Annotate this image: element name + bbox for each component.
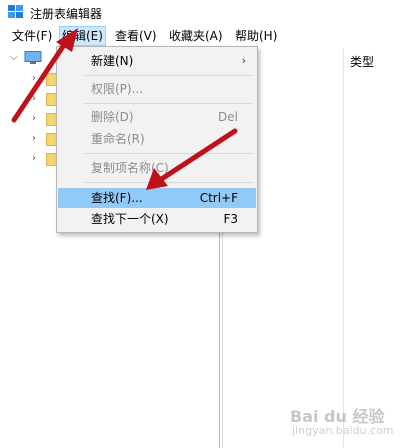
title-bar: 注册表编辑器: [0, 0, 404, 24]
menu-item-delete[interactable]: 删除(D) Del: [58, 107, 256, 127]
menu-edit[interactable]: 编辑(E): [59, 26, 106, 46]
edit-menu-dropdown: 新建(N) › 权限(P)... 删除(D) Del 重命名(R) 复制项名称(…: [56, 46, 258, 233]
menu-item-label: 复制项名称(C): [91, 161, 169, 175]
menu-item-label: 查找(F)...: [91, 191, 143, 205]
menu-item-shortcut: F3: [223, 212, 238, 226]
chevron-right-icon[interactable]: ›: [32, 133, 36, 144]
menu-separator: [85, 182, 253, 183]
chevron-right-icon[interactable]: ›: [32, 113, 36, 124]
menu-item-label: 重命名(R): [91, 132, 145, 146]
window-title: 注册表编辑器: [30, 7, 103, 21]
chevron-right-icon[interactable]: ›: [32, 153, 36, 164]
menu-view[interactable]: 查看(V): [113, 27, 159, 45]
menu-item-find-next[interactable]: 查找下一个(X) F3: [58, 209, 256, 229]
watermark-url: jingyan.baidu.com: [292, 424, 394, 437]
menu-separator: [85, 103, 253, 104]
menu-item-shortcut: Del: [218, 110, 238, 124]
chevron-right-icon: ›: [241, 54, 246, 67]
menu-bar: 文件(F) 编辑(E) 查看(V) 收藏夹(A) 帮助(H): [0, 26, 404, 46]
registry-editor-icon: [8, 5, 23, 18]
chevron-right-icon[interactable]: ›: [32, 73, 36, 84]
menu-favorites[interactable]: 收藏夹(A): [167, 27, 225, 45]
chevron-right-icon[interactable]: ›: [32, 93, 36, 104]
menu-item-label: 查找下一个(X): [91, 212, 169, 226]
menu-item-new[interactable]: 新建(N) ›: [58, 51, 256, 71]
menu-item-label: 新建(N): [91, 54, 134, 68]
menu-separator: [85, 75, 253, 76]
menu-item-shortcut: Ctrl+F: [199, 191, 238, 205]
column-divider[interactable]: [343, 48, 344, 448]
menu-separator: [85, 153, 253, 154]
menu-item-permissions[interactable]: 权限(P)...: [58, 79, 256, 99]
column-header-type[interactable]: 类型: [350, 53, 374, 70]
menu-item-find[interactable]: 查找(F)... Ctrl+F: [58, 188, 256, 208]
menu-item-label: 权限(P)...: [91, 82, 144, 96]
menu-help[interactable]: 帮助(H): [233, 27, 279, 45]
menu-item-label: 删除(D): [91, 110, 134, 124]
menu-item-copy-key-name[interactable]: 复制项名称(C): [58, 158, 256, 178]
computer-icon: [24, 51, 42, 64]
menu-file[interactable]: 文件(F): [10, 27, 54, 45]
menu-item-rename[interactable]: 重命名(R): [58, 129, 256, 149]
chevron-down-icon[interactable]: ⌵: [10, 52, 18, 63]
